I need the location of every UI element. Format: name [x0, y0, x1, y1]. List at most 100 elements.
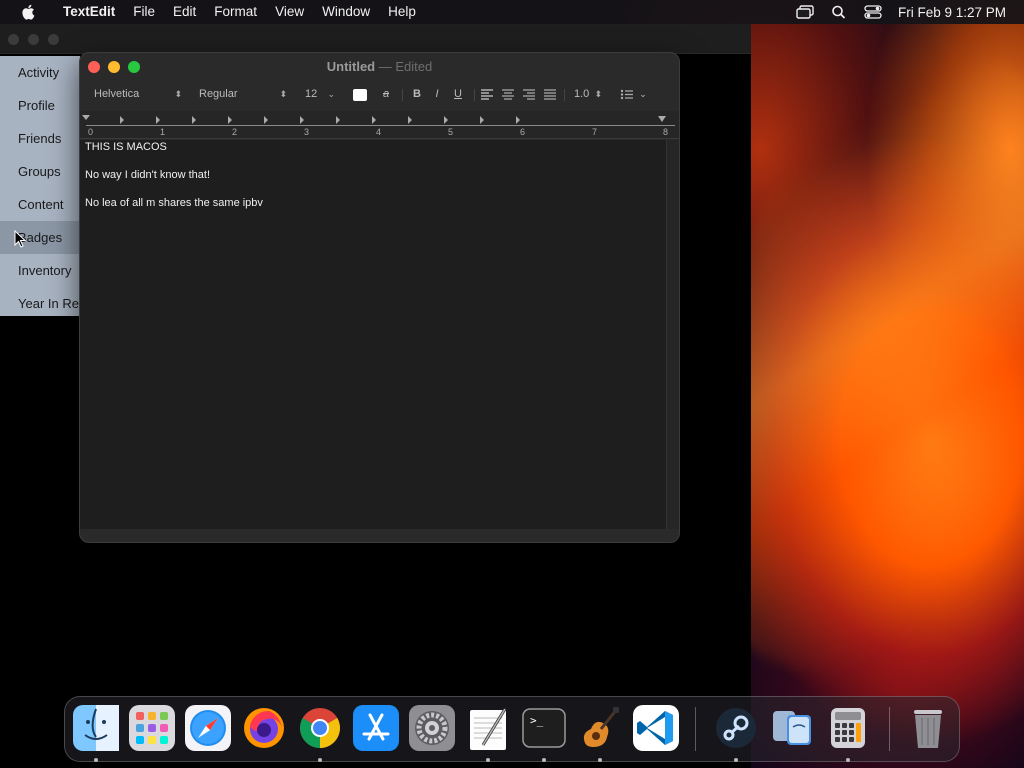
- tab-stop-icon[interactable]: [372, 116, 376, 124]
- menu-format[interactable]: Format: [205, 0, 266, 24]
- ruler-label: 6: [520, 127, 526, 137]
- sidebar-item-groups[interactable]: Groups: [0, 155, 80, 188]
- align-right-icon[interactable]: [522, 89, 536, 100]
- running-indicator: [318, 758, 322, 762]
- terminal-icon[interactable]: >_: [521, 705, 567, 751]
- inactive-minimize-button[interactable]: [28, 34, 39, 45]
- bold-button[interactable]: B: [410, 86, 424, 102]
- finder-icon[interactable]: [73, 705, 119, 751]
- document-line-2: No way I didn't know that!: [85, 169, 210, 181]
- app-store-icon[interactable]: [353, 705, 399, 751]
- right-margin-marker-icon[interactable]: [658, 116, 666, 122]
- textedit-icon[interactable]: [465, 705, 511, 751]
- sidebar-item-year-in-review[interactable]: Year In Re: [0, 287, 80, 320]
- launchpad-icon[interactable]: [129, 705, 175, 751]
- dock: >_: [64, 696, 960, 762]
- ruler-label: 8: [663, 127, 669, 137]
- steam-icon[interactable]: [713, 705, 759, 751]
- dock-divider: [889, 707, 890, 751]
- text-color-swatch[interactable]: [353, 89, 367, 101]
- trash-icon[interactable]: [905, 705, 951, 751]
- ruler-label: 2: [232, 127, 238, 137]
- sidebar-item-inventory[interactable]: Inventory: [0, 254, 80, 287]
- updown-chevron-icon: ⬍: [279, 89, 287, 99]
- align-left-icon[interactable]: [480, 89, 494, 100]
- sidebar-item-profile[interactable]: Profile: [0, 89, 80, 122]
- ruler[interactable]: 0 1 2 3 4 5 6 7 8: [80, 111, 679, 139]
- sidebar-item-activity[interactable]: Activity: [0, 56, 80, 89]
- menu-edit[interactable]: Edit: [164, 0, 205, 24]
- font-family-select[interactable]: Helvetica ⬍: [90, 85, 184, 103]
- inactive-zoom-button[interactable]: [48, 34, 59, 45]
- background-window-titlebar: [0, 24, 751, 54]
- document-line-1: THIS IS MACOS: [85, 141, 167, 153]
- sidebar-item-badges[interactable]: Badges: [0, 221, 80, 254]
- italic-button[interactable]: I: [430, 86, 444, 102]
- textedit-titlebar[interactable]: Untitled — Edited: [80, 53, 679, 81]
- menu-help[interactable]: Help: [379, 0, 425, 24]
- spotlight-search-icon[interactable]: [830, 5, 848, 19]
- apple-menu-icon[interactable]: [18, 4, 40, 20]
- vscode-icon[interactable]: [633, 705, 679, 751]
- sidebar-item-content[interactable]: Content: [0, 188, 80, 221]
- align-justify-icon[interactable]: [543, 89, 557, 100]
- title-separator: —: [378, 59, 392, 74]
- indent-marker-icon[interactable]: [82, 115, 90, 120]
- menu-window[interactable]: Window: [313, 0, 379, 24]
- control-center-icon[interactable]: [864, 5, 882, 19]
- tab-stop-icon[interactable]: [444, 116, 448, 124]
- running-indicator: [486, 758, 490, 762]
- inactive-close-button[interactable]: [8, 34, 19, 45]
- tab-stop-icon[interactable]: [228, 116, 232, 124]
- safari-icon[interactable]: [185, 705, 231, 751]
- tab-stop-icon[interactable]: [336, 116, 340, 124]
- menu-view[interactable]: View: [266, 0, 313, 24]
- updown-chevron-icon: ⬍: [594, 89, 602, 99]
- menu-file[interactable]: File: [124, 0, 164, 24]
- font-size-value: 12: [305, 88, 318, 100]
- highlight-color-icon[interactable]: a: [378, 86, 394, 102]
- document-title: Untitled: [326, 59, 376, 74]
- chrome-icon[interactable]: [297, 705, 343, 751]
- calculator-icon[interactable]: [825, 705, 871, 751]
- line-spacing-value: 1.0: [574, 88, 590, 100]
- running-indicator: [542, 758, 546, 762]
- tab-stop-icon[interactable]: [264, 116, 268, 124]
- underline-button[interactable]: U: [450, 86, 466, 102]
- sidebar-item-friends[interactable]: Friends: [0, 122, 80, 155]
- screen-mirroring-icon[interactable]: [796, 5, 814, 19]
- migration-assistant-icon[interactable]: [769, 705, 815, 751]
- ruler-label: 7: [592, 127, 598, 137]
- garageband-icon[interactable]: [577, 705, 623, 751]
- sidebar: Activity Profile Friends Groups Content …: [0, 56, 80, 316]
- toolbar-divider: [402, 89, 403, 101]
- tab-stop-icon[interactable]: [120, 116, 124, 124]
- firefox-icon[interactable]: [241, 705, 287, 751]
- system-settings-icon[interactable]: [409, 705, 455, 751]
- font-style-select[interactable]: Regular ⬍: [195, 85, 289, 103]
- format-toolbar: Helvetica ⬍ Regular ⬍ 12 ⌄ a B I U 1.0 ⬍…: [80, 83, 679, 107]
- chevron-down-icon[interactable]: ⌄: [638, 86, 648, 102]
- tab-stop-icon[interactable]: [480, 116, 484, 124]
- tab-stop-icon[interactable]: [516, 116, 520, 124]
- tab-stop-icon[interactable]: [156, 116, 160, 124]
- tab-stop-icon[interactable]: [300, 116, 304, 124]
- ruler-label: 0: [88, 127, 94, 137]
- ruler-label: 5: [448, 127, 454, 137]
- menu-bar: TextEdit File Edit Format View Window He…: [0, 0, 1024, 24]
- tab-stop-icon[interactable]: [408, 116, 412, 124]
- dock-divider: [695, 707, 696, 751]
- tab-stop-icon[interactable]: [192, 116, 196, 124]
- vertical-scrollbar[interactable]: [666, 140, 679, 529]
- chevron-down-icon: ⌄: [327, 89, 335, 99]
- updown-chevron-icon: ⬍: [174, 89, 182, 99]
- document-text-area[interactable]: THIS IS MACOS No way I didn't know that!…: [80, 140, 666, 529]
- list-bullets-icon[interactable]: [620, 89, 634, 100]
- ruler-label: 1: [160, 127, 166, 137]
- menu-app-name[interactable]: TextEdit: [54, 0, 124, 24]
- align-center-icon[interactable]: [501, 89, 515, 100]
- line-spacing-select[interactable]: 1.0 ⬍: [570, 85, 604, 103]
- textedit-window: Untitled — Edited Helvetica ⬍ Regular ⬍ …: [79, 52, 680, 543]
- font-size-select[interactable]: 12 ⌄: [301, 85, 337, 103]
- menubar-clock[interactable]: Fri Feb 9 1:27 PM: [898, 5, 1006, 20]
